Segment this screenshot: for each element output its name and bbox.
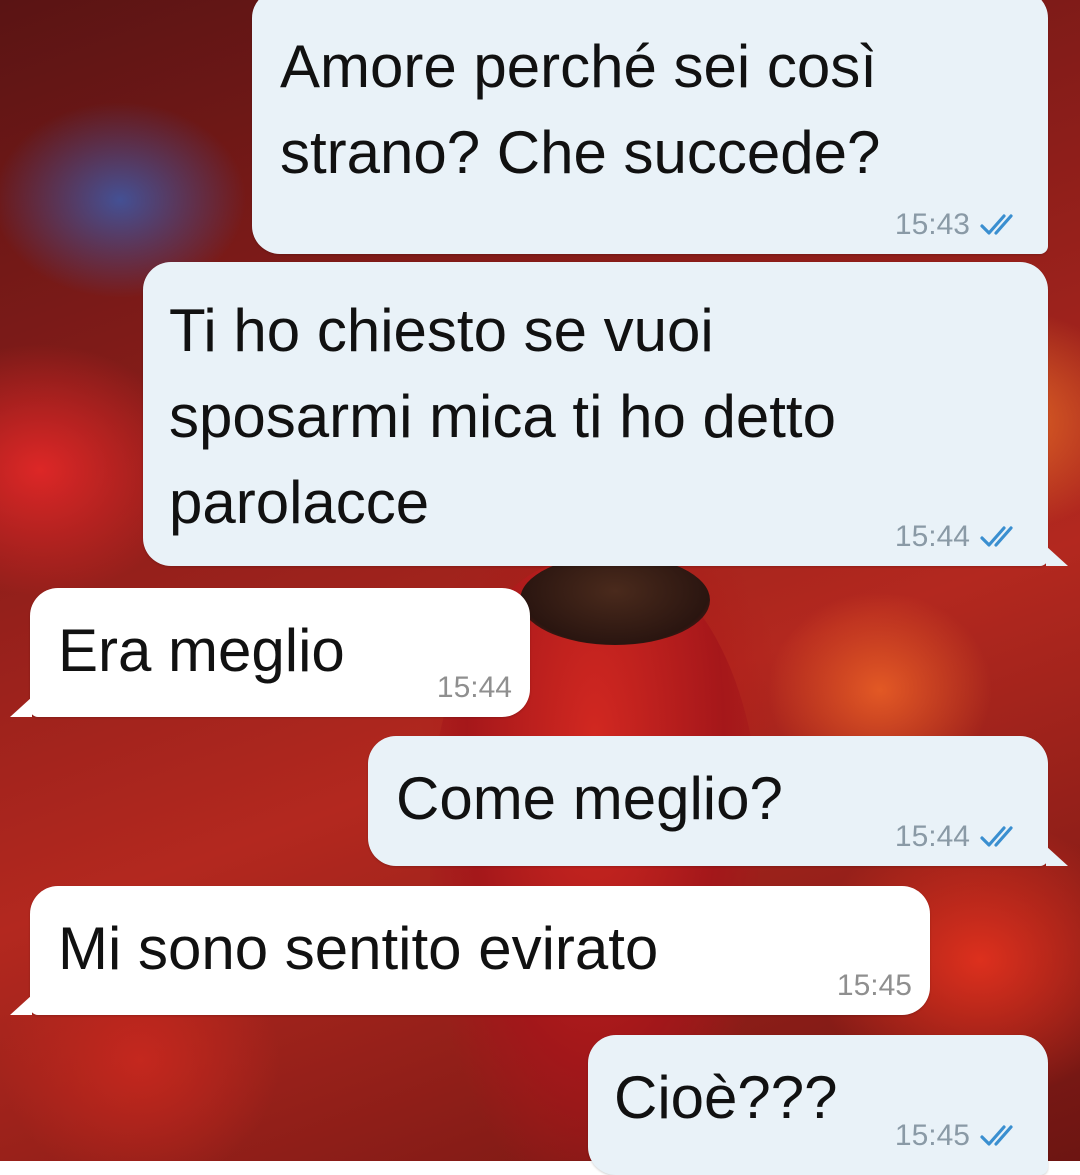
message-bubble-incoming[interactable]: Mi sono sentito evirato 15:45 [30, 886, 930, 1015]
message-time: 15:45 [836, 969, 912, 1002]
message-bubble-outgoing[interactable]: Come meglio? 15:44 [368, 736, 1048, 866]
message-time: 15:44 [894, 520, 970, 553]
message-text: Ti ho chiesto se vuoi sposarmi mica ti h… [169, 297, 836, 536]
bubble-tail [10, 995, 32, 1015]
message-meta: 15:45 [837, 969, 912, 1003]
message-meta: 15:43 [895, 208, 1024, 242]
message-time: 15:44 [894, 820, 970, 853]
message-bubble-incoming[interactable]: Era meglio 15:44 [30, 588, 530, 717]
bubble-tail [1046, 546, 1068, 566]
message-text: Mi sono sentito evirato [58, 915, 659, 982]
bubble-tail [1046, 846, 1068, 866]
message-text: Amore perché sei così strano? Che succed… [280, 33, 881, 186]
message-time: 15:43 [894, 208, 970, 241]
message-meta: 15:44 [895, 820, 1024, 854]
message-bubble-outgoing[interactable]: Cioè??? 15:45 [588, 1035, 1048, 1175]
message-meta: 15:44 [895, 520, 1024, 554]
read-ticks-icon [980, 526, 1013, 547]
read-ticks-icon [980, 214, 1013, 235]
read-ticks-icon [980, 826, 1013, 847]
bubble-tail [10, 697, 32, 717]
message-bubble-outgoing[interactable]: Amore perché sei così strano? Che succed… [252, 0, 1048, 254]
message-bubble-outgoing[interactable]: Ti ho chiesto se vuoi sposarmi mica ti h… [143, 262, 1048, 566]
message-time: 15:45 [894, 1119, 970, 1152]
message-meta: 15:44 [437, 671, 512, 705]
read-ticks-icon [980, 1125, 1013, 1146]
message-time: 15:44 [436, 671, 512, 704]
wallpaper-dancer-hair [520, 555, 710, 645]
message-text: Era meglio [58, 617, 345, 684]
message-meta: 15:45 [895, 1119, 1024, 1153]
